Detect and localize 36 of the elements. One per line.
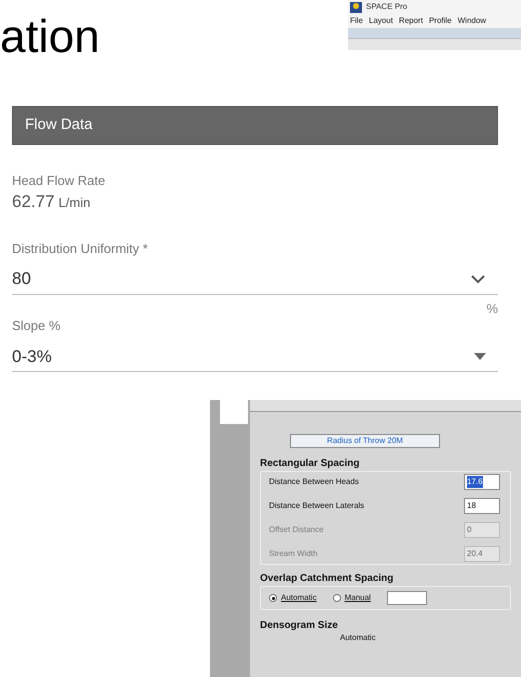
group-heading: Rectangular Spacing: [260, 457, 360, 471]
field-label: Stream Width: [269, 548, 318, 560]
info-banner: Radius of Throw 20M: [290, 434, 440, 448]
text-field[interactable]: [386, 591, 427, 605]
group-heading: Overlap Catchment Spacing: [260, 572, 394, 586]
panel-header: Flow Data: [12, 106, 498, 145]
app-logo-icon: [350, 2, 362, 12]
menu-item[interactable]: Profile: [428, 15, 452, 27]
field-label: Slope %: [12, 318, 62, 334]
radio-option[interactable]: Automatic: [269, 592, 317, 604]
menu-item[interactable]: Layout: [368, 15, 393, 27]
unit-label: %: [486, 300, 498, 318]
radio-option[interactable]: Manual: [332, 592, 371, 604]
field-label: Distance Between Heads: [269, 476, 359, 488]
dropdown-triangle-icon[interactable]: [474, 353, 486, 360]
window-title: SPACE Pro: [366, 1, 408, 13]
menu-item[interactable]: File: [350, 15, 363, 27]
menu-item[interactable]: Report: [398, 15, 423, 27]
group-heading: Densogram Size: [260, 619, 339, 633]
flow-rate-value: 62.77: [12, 191, 55, 213]
menu-item[interactable]: Window: [458, 15, 486, 27]
select-field[interactable]: 0-3%: [12, 342, 498, 372]
select-field[interactable]: 80: [12, 264, 498, 294]
field-label: Distribution Uniformity *: [12, 240, 149, 256]
chevron-down-icon[interactable]: [470, 274, 486, 284]
slide-title: ation: [0, 9, 100, 64]
radio-button[interactable]: [332, 594, 341, 602]
option-label: Automatic: [340, 633, 377, 642]
radio-button[interactable]: [269, 594, 277, 602]
unit-label: L/min: [58, 194, 90, 212]
field-label: Head Flow Rate: [12, 173, 106, 189]
field-label: Offset Distance: [269, 524, 324, 536]
number-field[interactable]: 17.6: [464, 474, 500, 490]
field-label: Distance Between Laterals: [269, 500, 364, 512]
side-panel: [220, 400, 248, 424]
number-field[interactable]: 18: [464, 498, 500, 514]
